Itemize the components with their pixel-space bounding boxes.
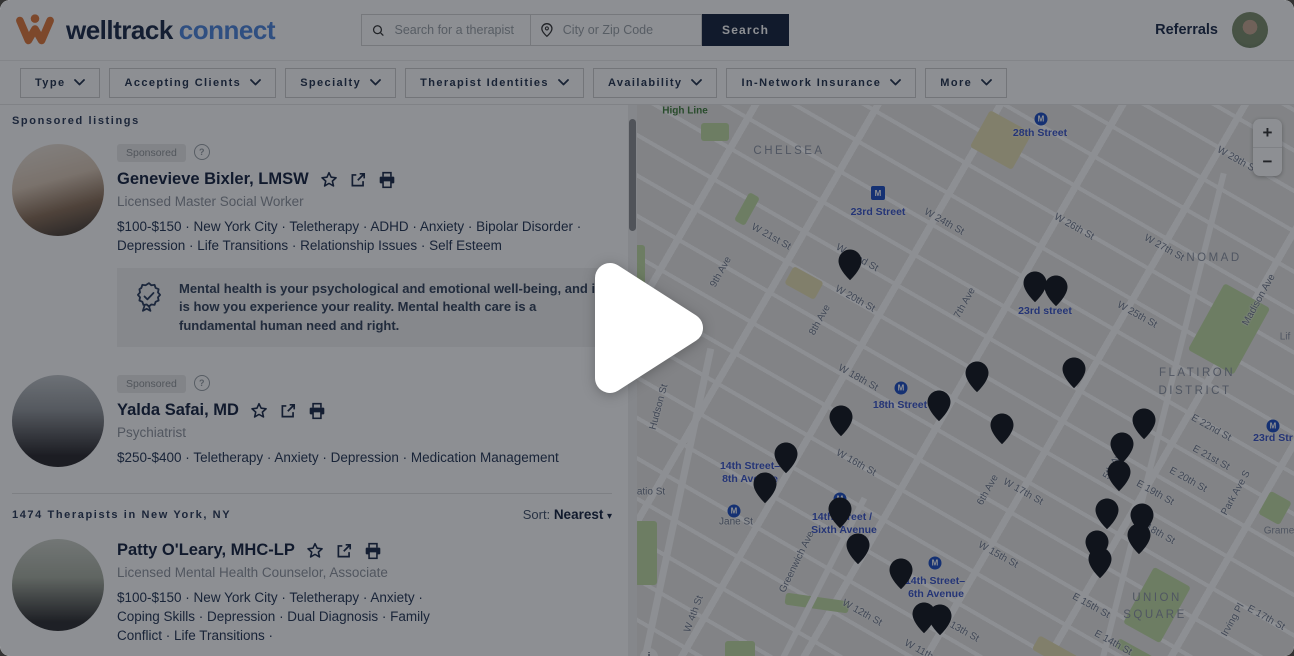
video-play-button[interactable] [588, 258, 708, 398]
app: welltrackconnect Search Referrals TypeAc… [0, 0, 1294, 656]
